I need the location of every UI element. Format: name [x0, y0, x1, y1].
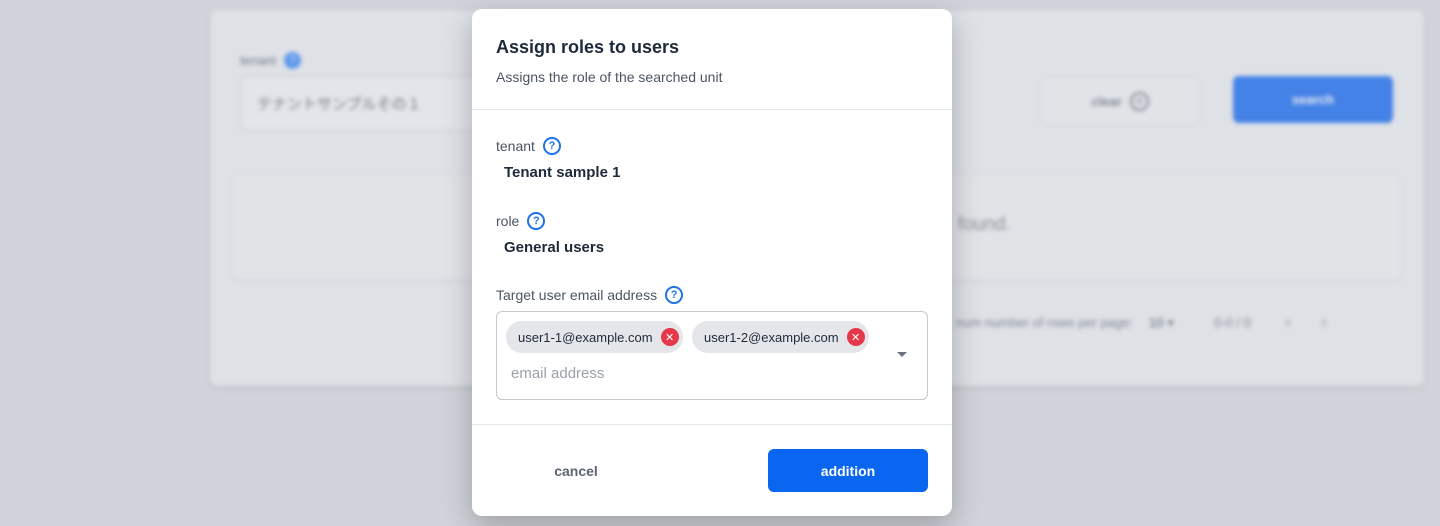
dialog-footer: cancel addition — [472, 424, 952, 516]
dialog-header: Assign roles to users Assigns the role o… — [472, 9, 952, 110]
email-label-text: Target user email address — [496, 287, 658, 303]
dropdown-arrow-icon[interactable] — [897, 352, 907, 357]
email-address-input[interactable] — [511, 362, 871, 384]
remove-chip-icon[interactable]: ✕ — [660, 328, 679, 346]
tenant-label-text: tenant — [496, 138, 535, 154]
email-field-label: Target user email address ? — [496, 286, 684, 304]
assign-roles-dialog: Assign roles to users Assigns the role o… — [472, 9, 952, 516]
email-chip: user1-1@example.com ✕ — [506, 321, 683, 353]
email-multi-select[interactable]: user1-1@example.com ✕ user1-2@example.co… — [496, 311, 928, 400]
email-chip-label: user1-1@example.com — [518, 329, 653, 345]
role-value: General users — [504, 239, 605, 256]
tenant-field-label: tenant ? — [496, 137, 561, 155]
addition-button[interactable]: addition — [768, 449, 928, 492]
question-circle-icon[interactable]: ? — [542, 137, 561, 155]
dialog-subtitle: Assigns the role of the searched unit — [496, 69, 723, 85]
tenant-value: Tenant sample 1 — [504, 164, 621, 181]
role-label-text: role — [496, 213, 520, 229]
cancel-button[interactable]: cancel — [496, 449, 656, 492]
email-chip-label: user1-2@example.com — [704, 329, 839, 345]
dialog-title: Assign roles to users — [496, 37, 680, 57]
role-field-label: role ? — [496, 212, 546, 230]
remove-chip-icon[interactable]: ✕ — [846, 328, 865, 346]
question-circle-icon[interactable]: ? — [527, 212, 546, 230]
email-chip: user1-2@example.com ✕ — [692, 321, 869, 353]
question-circle-icon[interactable]: ? — [665, 286, 684, 304]
